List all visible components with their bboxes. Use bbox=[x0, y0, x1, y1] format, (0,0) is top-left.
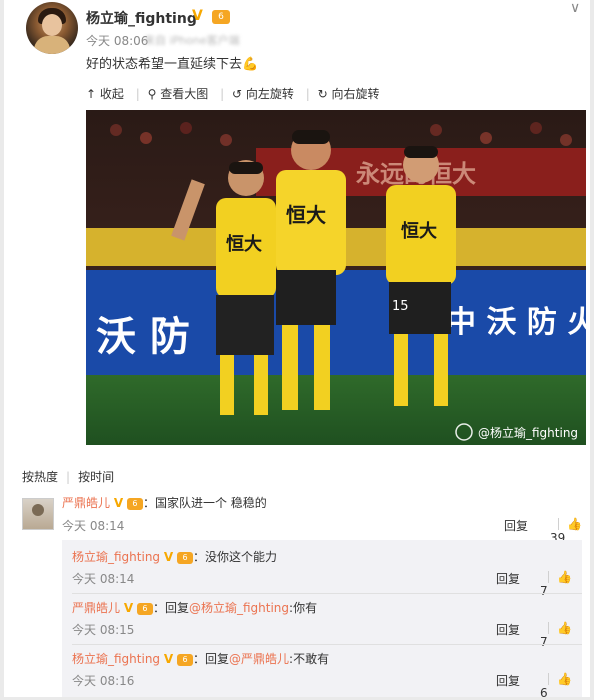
thumbs-up-icon: 👍 bbox=[557, 620, 572, 635]
comment-text: 国家队进一个 稳稳的 bbox=[154, 496, 267, 510]
image-toolbar: ↑ 收起 | ⚲ 查看大图 | ↺ 向左旋转 | ↻ 向右旋转 bbox=[86, 85, 380, 102]
reply-button[interactable]: 回复 bbox=[504, 517, 528, 534]
post-content: 好的状态希望一直延续下去💪 bbox=[86, 53, 258, 72]
sort-by-hot-tab[interactable]: 按热度 bbox=[22, 470, 58, 484]
sub-comment-line: 杨立瑜_fighting V 6 ：没你这个能力 bbox=[72, 550, 278, 564]
comment-line: 严鼎皓儿 V 6 ：国家队进一个 稳稳的 bbox=[62, 494, 267, 511]
level-badge-icon: 6 bbox=[212, 10, 230, 24]
ad-board-text-left: 沃 防 bbox=[96, 314, 190, 360]
magnifier-icon: ⚲ bbox=[147, 87, 157, 101]
post-text: 好的状态希望一直延续下去 bbox=[86, 57, 243, 72]
post-photo[interactable]: 永远的恒大 沃 防 中 沃 防 火 恒大 bbox=[86, 110, 586, 445]
level-badge-icon: 6 bbox=[136, 602, 153, 615]
verified-icon: V bbox=[163, 652, 174, 666]
sub-comment-text: 没你这个能力 bbox=[205, 550, 278, 564]
photo-watermark: @杨立瑜_fighting bbox=[478, 425, 578, 440]
sub-commenter-name[interactable]: 杨立瑜_fighting bbox=[72, 652, 160, 666]
level-badge-icon: 6 bbox=[177, 653, 193, 666]
author-name[interactable]: 杨立瑜_fighting bbox=[86, 8, 197, 28]
view-large-button[interactable]: ⚲ 查看大图 bbox=[148, 85, 209, 102]
rotate-right-button[interactable]: ↻ 向右旋转 bbox=[318, 85, 380, 102]
sub-comment-list: 杨立瑜_fighting V 6 ：没你这个能力 今天 08:14 回复 👍 7 … bbox=[62, 540, 582, 700]
reply-button[interactable]: 回复 bbox=[496, 672, 520, 689]
collapse-button[interactable]: ↑ 收起 bbox=[86, 85, 124, 102]
reply-button[interactable]: 回复 bbox=[496, 570, 520, 587]
jersey-text-player2: 恒大 bbox=[286, 203, 326, 227]
sub-commenter-name[interactable]: 严鼎皓儿 bbox=[72, 601, 120, 615]
chevron-down-icon[interactable]: ∨ bbox=[570, 0, 580, 16]
like-count: 7 bbox=[540, 634, 548, 649]
sub-comment-time: 今天 08:15 bbox=[72, 623, 135, 637]
like-count: 7 bbox=[540, 583, 548, 598]
sub-comment-line: 杨立瑜_fighting V 6 ：回复@严鼎皓儿:不敢有 bbox=[72, 652, 330, 666]
rotate-left-button[interactable]: ↺ 向左旋转 bbox=[232, 85, 294, 102]
sub-comment-line: 严鼎皓儿 V 6 ：回复@杨立瑜_fighting:你有 bbox=[72, 601, 318, 615]
mention-link[interactable]: @严鼎皓儿 bbox=[229, 652, 289, 666]
comment-time: 今天 08:14 bbox=[62, 519, 125, 533]
rotate-right-icon: ↻ bbox=[317, 87, 328, 101]
thumbs-up-icon: 👍 bbox=[567, 516, 582, 531]
ad-board-text-right: 中 沃 防 火 bbox=[446, 305, 586, 340]
sub-comment-text: :不敢有 bbox=[289, 652, 330, 666]
sub-comment-time: 今天 08:16 bbox=[72, 674, 135, 688]
verified-icon: V bbox=[192, 8, 203, 24]
mention-link[interactable]: @杨立瑜_fighting bbox=[189, 601, 289, 615]
author-avatar[interactable] bbox=[26, 2, 78, 54]
flex-emoji-icon: 💪 bbox=[242, 57, 259, 72]
jersey-text-player3: 恒大 bbox=[401, 220, 437, 242]
verified-icon: V bbox=[113, 496, 124, 510]
level-badge-icon: 6 bbox=[177, 551, 193, 564]
post-time[interactable]: 今天 08:06 bbox=[86, 32, 148, 49]
like-count: 6 bbox=[540, 685, 548, 700]
verified-icon: V bbox=[163, 550, 174, 564]
comment-sort-tabs: 按热度 | 按时间 bbox=[22, 470, 115, 484]
level-badge-icon: 6 bbox=[126, 497, 143, 510]
reply-button[interactable]: 回复 bbox=[496, 621, 520, 638]
verified-icon: V bbox=[123, 601, 134, 615]
post-source: 来自 iPhone客户端 bbox=[144, 34, 240, 47]
comment-separator: ： bbox=[142, 496, 155, 510]
thumbs-up-icon: 👍 bbox=[557, 569, 572, 584]
commenter-avatar[interactable] bbox=[22, 498, 54, 530]
jersey-text-player1: 恒大 bbox=[226, 233, 262, 255]
arrow-up-icon: ↑ bbox=[86, 87, 97, 101]
sub-comment-time: 今天 08:14 bbox=[72, 572, 135, 586]
weibo-post-card: 杨立瑜_fighting V 6 ∨ 今天 08:06 来自 iPhone客户端… bbox=[4, 0, 590, 700]
like-button[interactable]: 👍 6 bbox=[540, 671, 582, 700]
rotate-left-icon: ↺ bbox=[231, 87, 243, 101]
sub-commenter-name[interactable]: 杨立瑜_fighting bbox=[72, 550, 160, 564]
sub-comment-text: :你有 bbox=[289, 601, 318, 615]
jersey-number: 15 bbox=[392, 299, 409, 314]
thumbs-up-icon: 👍 bbox=[557, 671, 572, 686]
commenter-name[interactable]: 严鼎皓儿 bbox=[62, 496, 110, 510]
sort-by-time-tab[interactable]: 按时间 bbox=[78, 470, 114, 484]
